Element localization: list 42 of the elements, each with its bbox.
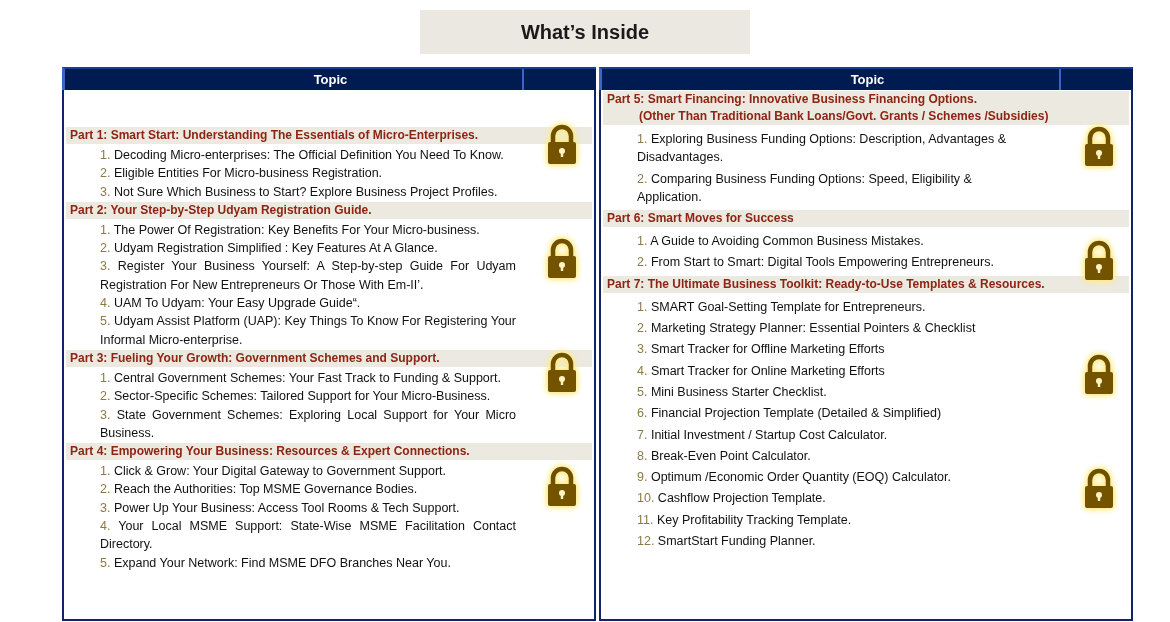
topic-item: 10. Cashflow Projection Template.: [637, 490, 827, 508]
part-heading: Part 7: The Ultimate Business Toolkit: Ready-to-Use Templates & Resources.: [603, 275, 1129, 293]
topic-item: 3. Register Your Business Yourself: A Step-by-step Guide For Udyam Registration For New Entrepreneurs Or Those With Em-II’.: [100, 258, 516, 294]
topic-item: 2. Eligible Entities For Micro-business Registration.: [100, 165, 384, 183]
topic-item: 3. Power Up Your Business: Access Tool Rooms & Tech Support.: [100, 499, 461, 517]
topic-item: 2. Udyam Registration Simplified : Key Features At A Glance.: [100, 240, 439, 258]
part-heading: Part 2: Your Step-by-Step Udyam Registration Guide.: [66, 201, 592, 219]
topic-item: 2. From Start to Smart: Digital Tools Empowering Entrepreneurs.: [637, 254, 995, 272]
part-heading: Part 1: Smart Start: Understanding The Essentials of Micro-Enterprises.: [66, 127, 592, 144]
topic-item: 4. UAM To Udyam: Your Easy Upgrade Guide“.: [100, 295, 362, 313]
part-heading: Part 5: Smart Financing: Innovative Business Financing Options. (Other Than Traditional Bank Loans/Govt. Grants / Schemes /Subsidies): [603, 91, 1129, 125]
topic-item: 6. Financial Projection Template (Detailed & Simplified): [637, 405, 943, 423]
topic-item: 4. Smart Tracker for Online Marketing Efforts: [637, 362, 886, 380]
topic-item: 1. Click & Grow: Your Digital Gateway to Government Support.: [100, 463, 447, 481]
topic-item: 1. Exploring Business Funding Options: Description, Advantages & Disadvantages.: [637, 131, 1007, 167]
topic-item: 1. Decoding Micro-enterprises: The Official Definition You Need To Know.: [100, 147, 505, 164]
table-header: Topic: [62, 67, 596, 90]
part-heading: Part 4: Empowering Your Business: Resources & Expert Connections.: [66, 443, 592, 461]
page-title: What’s Inside: [420, 10, 750, 54]
topic-item: 5. Udyam Assist Platform (UAP): Key Things To Know For Registering Your Informal Micro-enterprise.: [100, 313, 516, 349]
topic-item: 11. Key Profitability Tracking Template.: [637, 511, 853, 529]
topic-item: 8. Break-Even Point Calculator.: [637, 447, 812, 465]
topic-item: 12. SmartStart Funding Planner.: [637, 533, 817, 551]
part-heading: Part 6: Smart Moves for Success: [603, 210, 1129, 228]
topic-item: 1. A Guide to Avoiding Common Business Mistakes.: [637, 233, 925, 251]
topic-item: 5. Expand Your Network: Find MSME DFO Branches Near You.: [100, 554, 452, 572]
topic-item: 1. The Power Of Registration: Key Benefits For Your Micro-business.: [100, 221, 481, 239]
topic-item: 2. Sector-Specific Schemes: Tailored Support for Your Micro-Business.: [100, 388, 492, 406]
table-header: Topic: [599, 67, 1133, 90]
topic-item: 1. Central Government Schemes: Your Fast Track to Funding & Support.: [100, 369, 502, 387]
topic-item: 3. Not Sure Which Business to Start? Explore Business Project Profiles.: [100, 183, 499, 201]
topic-item: 3. State Government Schemes: Exploring Local Support for Your Micro Business.: [100, 406, 516, 442]
topic-item: 1. SMART Goal-Setting Template for Entrepreneurs.: [637, 298, 927, 316]
topic-item: 9. Optimum /Economic Order Quantity (EOQ) Calculator.: [637, 469, 952, 487]
topic-item: 2. Reach the Authorities: Top MSME Governance Bodies.: [100, 481, 419, 499]
part-heading: Part 3: Fueling Your Growth: Government Schemes and Support.: [66, 349, 592, 367]
topic-item: 2. Marketing Strategy Planner: Essential Pointers & Checklist: [637, 320, 977, 338]
topic-item: 4. Your Local MSME Support: State-Wise MSME Facilitation Contact Directory.: [100, 518, 516, 554]
topic-item: 5. Mini Business Starter Checklist.: [637, 383, 828, 401]
topic-item: 3. Smart Tracker for Offline Marketing Efforts: [637, 341, 886, 359]
topic-item: 2. Comparing Business Funding Options: Speed, Eligibility & Application.: [637, 170, 973, 206]
topic-item: 7. Initial Investment / Startup Cost Calculator.: [637, 426, 889, 444]
